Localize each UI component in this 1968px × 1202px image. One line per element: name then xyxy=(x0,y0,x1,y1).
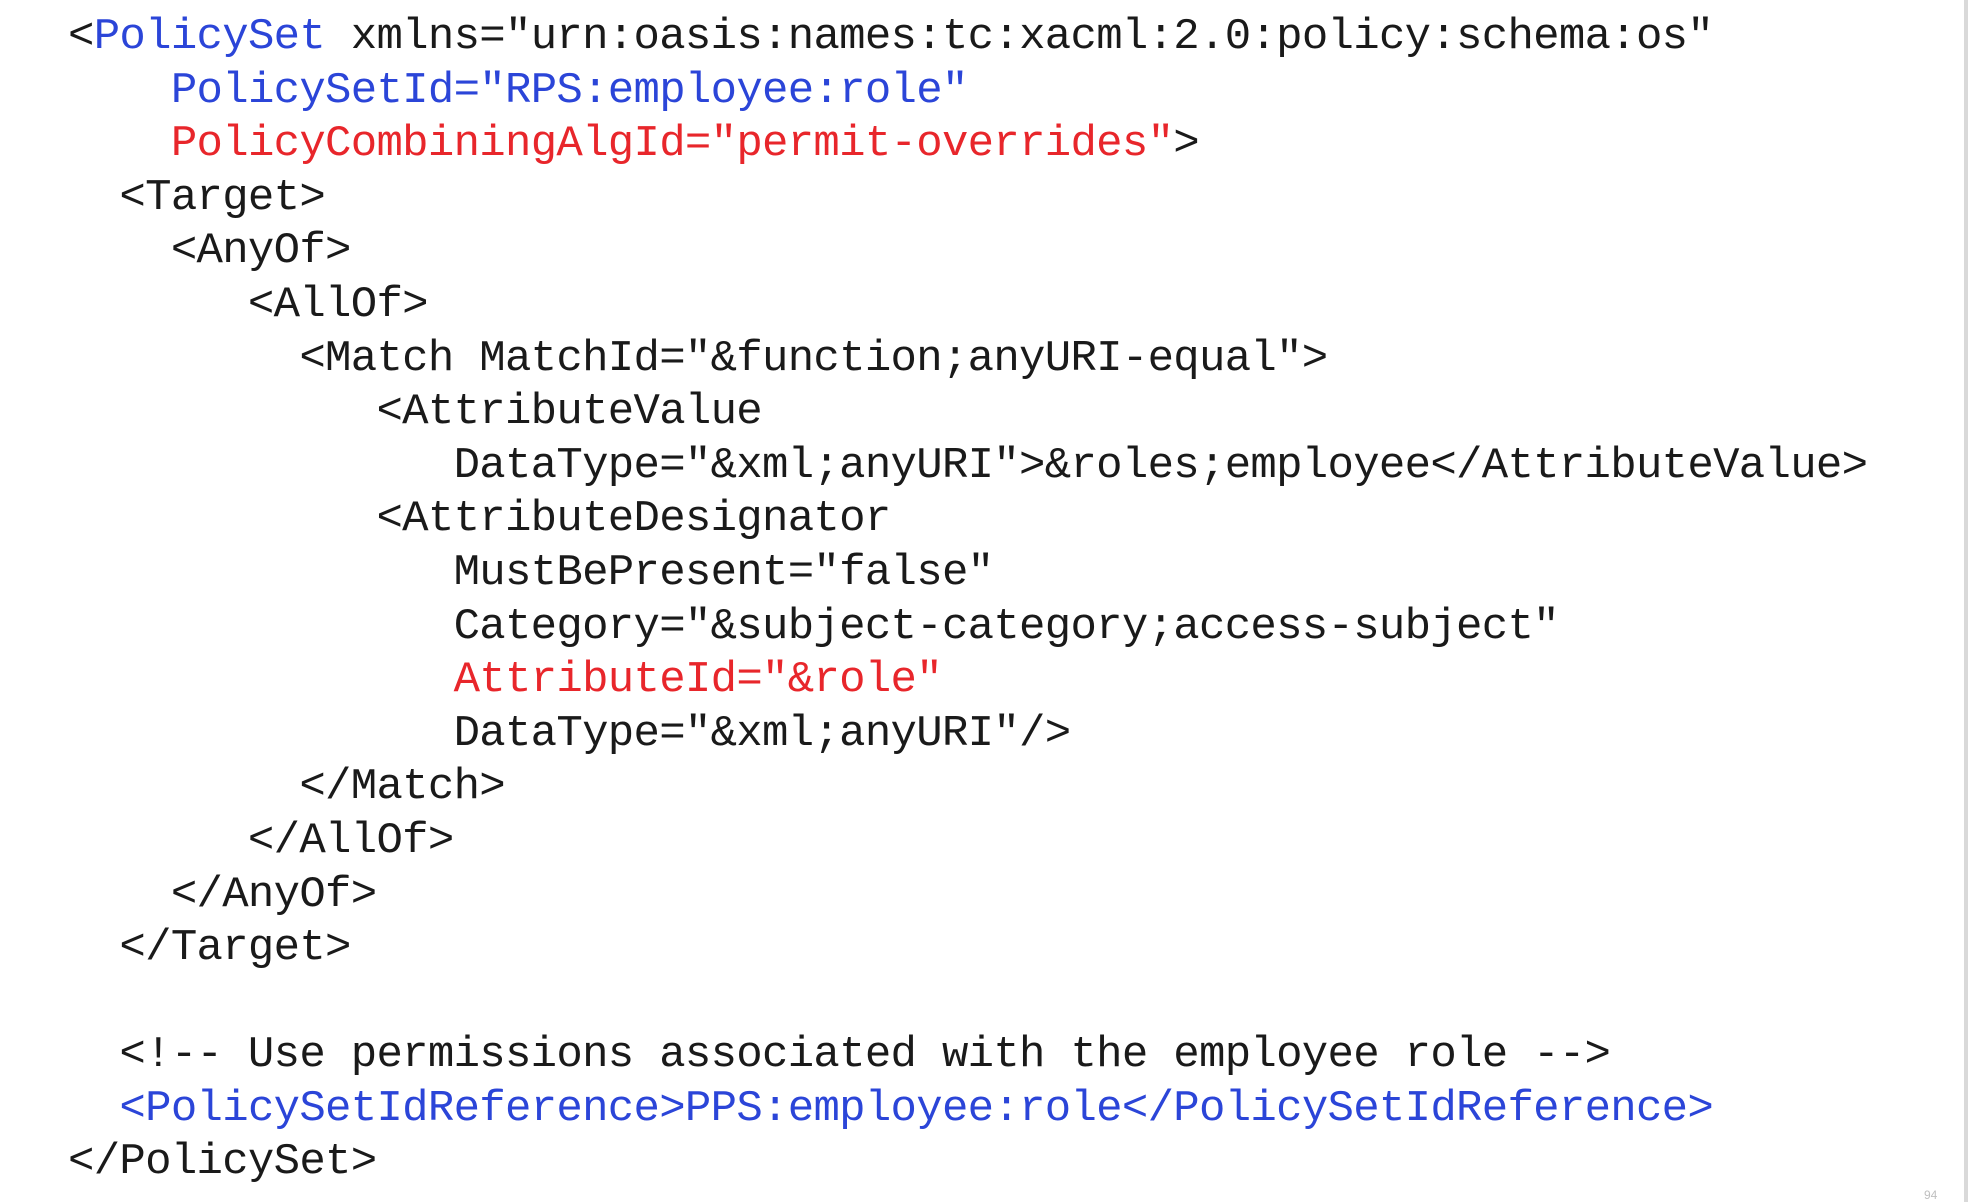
code-token: <AttributeValue xyxy=(68,387,763,438)
code-token: <AnyOf> xyxy=(68,226,352,277)
code-line: <AttributeDesignator xyxy=(68,493,1867,547)
code-line: </Match> xyxy=(68,761,1867,815)
code-token: </Match> xyxy=(68,762,505,813)
code-line: </AnyOf> xyxy=(68,869,1867,923)
code-line: <PolicySetIdReference>PPS:employee:role<… xyxy=(68,1083,1867,1137)
code-token: <Match MatchId="&function;anyURI-equal"> xyxy=(68,333,1328,384)
code-line: Category="&subject-category;access-subje… xyxy=(68,601,1867,655)
code-token: Category="&subject-category;access-subje… xyxy=(68,601,1560,652)
code-line: </Target> xyxy=(68,922,1867,976)
code-line: <AllOf> xyxy=(68,279,1867,333)
code-line: <Match MatchId="&function;anyURI-equal"> xyxy=(68,333,1867,387)
code-line: <PolicySet xmlns="urn:oasis:names:tc:xac… xyxy=(68,11,1867,65)
code-line: MustBePresent="false" xyxy=(68,547,1867,601)
code-token: > xyxy=(1173,119,1200,170)
code-line: AttributeId="&role" xyxy=(68,654,1867,708)
code-token: </PolicySet> xyxy=(68,1137,377,1188)
page-number: 94 xyxy=(1924,1188,1938,1202)
code-line: PolicyCombiningAlgId="permit-overrides"> xyxy=(68,118,1867,172)
code-token: xmlns="urn:oasis:names:tc:xacml:2.0:poli… xyxy=(325,12,1714,62)
code-token: DataType="&xml;anyURI"/> xyxy=(68,708,1072,759)
code-line: </AllOf> xyxy=(68,815,1867,869)
code-token: MustBePresent="false" xyxy=(68,547,994,598)
code-token: <AttributeDesignator xyxy=(68,494,891,545)
code-token: <PolicySetIdReference>PPS:employee:role<… xyxy=(119,1083,1714,1134)
code-token: DataType="&xml;anyURI">&roles;employee</… xyxy=(68,440,1868,491)
code-token: </Target> xyxy=(68,923,351,974)
code-token: <!-- Use permissions associated with the… xyxy=(68,1030,1611,1081)
right-edge-divider xyxy=(1964,0,1968,1202)
code-line: <AnyOf> xyxy=(68,225,1867,279)
code-line: DataType="&xml;anyURI"/> xyxy=(68,708,1867,762)
code-token: </AllOf> xyxy=(68,815,454,866)
code-token: AttributeId="&role" xyxy=(453,655,943,706)
code-line: DataType="&xml;anyURI">&roles;employee</… xyxy=(68,440,1868,494)
code-line: <Target> xyxy=(68,172,1867,226)
code-token: </AnyOf> xyxy=(68,869,377,920)
code-token: PolicyCombiningAlgId="permit-overrides" xyxy=(170,119,1174,170)
code-line: </PolicySet> xyxy=(68,1136,1867,1190)
xacml-code-listing: <PolicySet xmlns="urn:oasis:names:tc:xac… xyxy=(68,11,1868,1190)
code-token: <AllOf> xyxy=(68,279,429,330)
code-line: <AttributeValue xyxy=(68,386,1867,440)
code-token: <Target> xyxy=(68,172,326,223)
code-token: PolicySetId="RPS:employee:role" xyxy=(170,65,969,116)
code-line: <!-- Use permissions associated with the… xyxy=(68,1029,1867,1083)
code-token: < xyxy=(68,12,94,62)
code-token: PolicySet xyxy=(93,12,326,62)
code-line: PolicySetId="RPS:employee:role" xyxy=(68,65,1867,119)
